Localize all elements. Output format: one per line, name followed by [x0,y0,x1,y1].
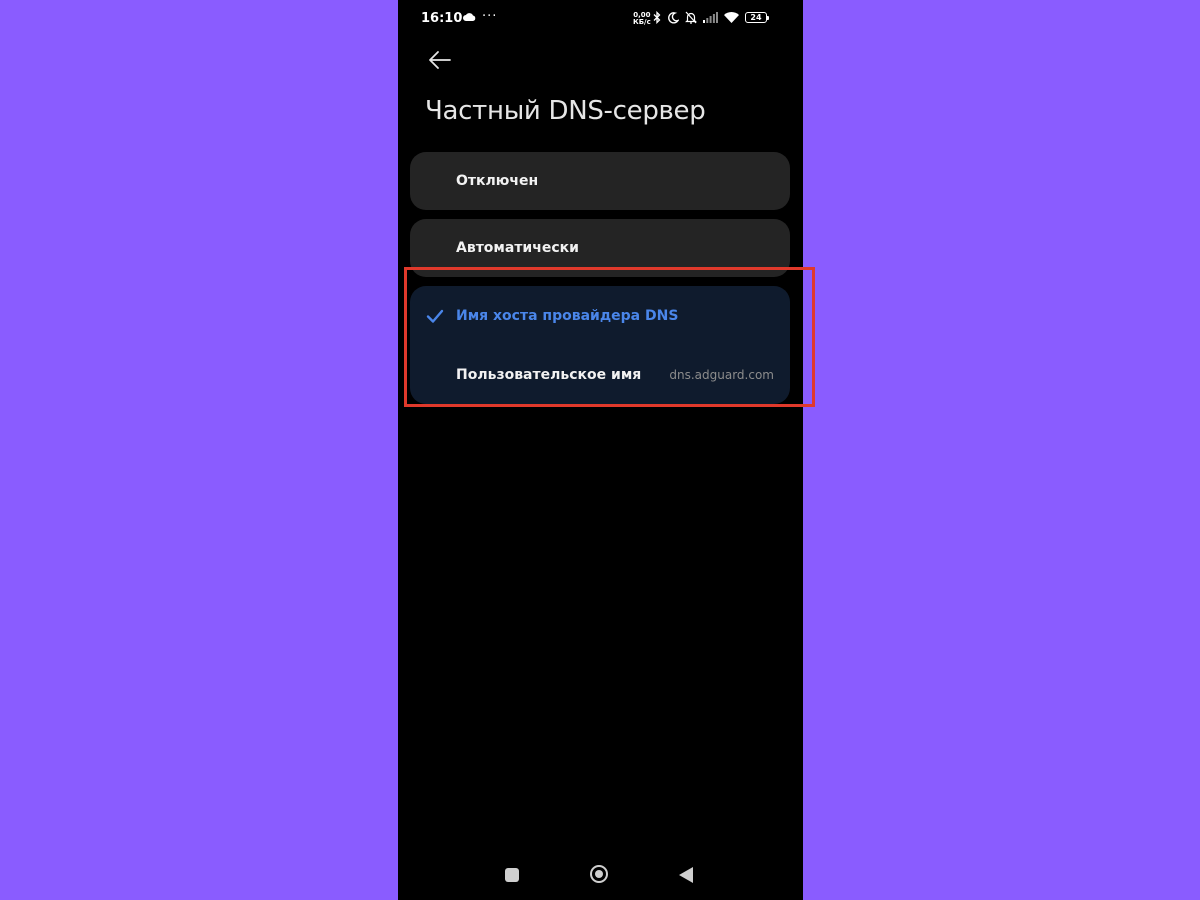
network-speed: 0,00 КБ/с [633,12,651,26]
status-icons: 24 [653,11,769,24]
option-hostname[interactable]: Имя хоста провайдера DNS [410,286,790,346]
option-off[interactable]: Отключен [410,152,790,210]
signal-icon [703,12,718,23]
screen-stage: 16:10 ··· 0,00 КБ/с 24 Частный DNS-серве… [0,0,1200,900]
battery-icon: 24 [745,12,769,23]
wifi-icon [724,12,739,23]
navigation-bar [398,850,803,900]
network-speed-unit: КБ/с [633,18,651,26]
check-icon [426,309,444,323]
phone-screen: 16:10 ··· 0,00 КБ/с 24 Частный DNS-серве… [398,0,803,900]
status-time: 16:10 [421,11,463,26]
custom-hostname-value: dns.adguard.com [669,368,774,382]
option-auto-label: Автоматически [456,240,579,256]
option-off-label: Отключен [456,173,539,189]
triangle-back-icon[interactable] [679,867,693,883]
option-auto-card[interactable]: Автоматически [410,219,790,277]
option-hostname-label: Имя хоста провайдера DNS [456,308,679,324]
custom-hostname-label: Пользовательское имя [456,367,642,383]
status-bar: 16:10 ··· 0,00 КБ/с 24 [398,0,803,38]
page-title: Частный DNS-сервер [425,96,706,126]
option-automatic[interactable]: Автоматически [410,219,790,277]
more-notifications-icon: ··· [482,9,498,24]
arrow-left-icon [429,51,451,69]
square-icon[interactable] [505,868,519,882]
moon-icon [668,11,679,24]
option-off-card[interactable]: Отключен [410,152,790,210]
back-button[interactable] [426,46,454,74]
bluetooth-icon [653,11,661,24]
custom-hostname-field[interactable]: Пользовательское имя dns.adguard.com [410,346,790,404]
option-hostname-card: Имя хоста провайдера DNS Пользовательско… [410,286,790,404]
circle-icon[interactable] [590,865,608,883]
bell-off-icon [685,11,697,24]
cloud-icon [463,13,476,21]
